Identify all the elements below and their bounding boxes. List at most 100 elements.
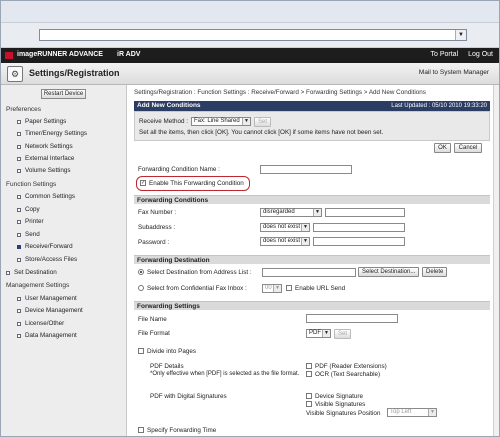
instruction-text: Set all the items, then click [OK]. You … bbox=[139, 129, 384, 136]
brand-name: imageRUNNER ADVANCE bbox=[17, 51, 103, 58]
receive-method-select[interactable]: Fax: Line Shared ▼ bbox=[191, 117, 251, 126]
fax-number-label: Fax Number : bbox=[138, 209, 177, 216]
file-format-set-button[interactable]: Set bbox=[334, 329, 352, 339]
main-content: Settings/Registration : Function Setting… bbox=[132, 85, 494, 436]
pdf-details-label: PDF Details bbox=[150, 363, 184, 370]
panel-title: Add New Conditions bbox=[137, 102, 201, 109]
password-select[interactable]: does not exist ▼ bbox=[260, 237, 310, 246]
sidebar-item-volume-settings[interactable]: Volume Settings bbox=[17, 167, 71, 174]
bullet-icon bbox=[17, 232, 21, 237]
password-input[interactable] bbox=[313, 237, 405, 246]
sidebar-item-external-interface[interactable]: External Interface bbox=[17, 155, 74, 162]
cancel-button[interactable]: Cancel bbox=[454, 143, 482, 153]
fax-number-select[interactable]: disregarded ▼ bbox=[260, 208, 322, 217]
device-signature-label: Device Signature bbox=[315, 393, 363, 400]
visible-sig-position-select[interactable]: Top Left ▼ bbox=[387, 408, 437, 417]
page-header: ⚙ Settings/Registration Mail to System M… bbox=[1, 63, 499, 85]
window-titlebar bbox=[1, 1, 499, 23]
device-name: iR ADV bbox=[117, 51, 141, 58]
device-signature-checkbox[interactable] bbox=[306, 393, 312, 399]
ocr-label: OCR (Text Searchable) bbox=[315, 371, 381, 378]
chevron-down-icon: ▼ bbox=[273, 285, 281, 292]
pdf-details-note: *Only effective when [PDF] is selected a… bbox=[150, 371, 300, 377]
sidebar-item-license-other[interactable]: License/Other bbox=[17, 320, 64, 327]
log-out-link[interactable]: Log Out bbox=[468, 51, 493, 58]
receive-method-set-button[interactable]: Set bbox=[254, 117, 272, 127]
enable-url-send-checkbox[interactable] bbox=[286, 285, 292, 291]
sidebar-item-copy[interactable]: Copy bbox=[17, 206, 40, 213]
chevron-down-icon: ▼ bbox=[301, 238, 309, 245]
address-dropdown-icon[interactable]: ▼ bbox=[455, 30, 466, 40]
select-from-inbox-label: Select from Confidential Fax Inbox : bbox=[147, 285, 247, 292]
select-from-address-label: Select Destination from Address List : bbox=[147, 269, 252, 276]
file-format-label: File Format bbox=[138, 330, 170, 337]
forwarding-settings-header: Forwarding Settings bbox=[134, 301, 490, 310]
inbox-select[interactable]: 00 ▼ bbox=[262, 284, 282, 293]
sidebar-item-paper-settings[interactable]: Paper Settings bbox=[17, 118, 66, 125]
chevron-down-icon: ▼ bbox=[313, 209, 321, 216]
sidebar-item-printer[interactable]: Printer bbox=[17, 218, 44, 225]
sidebar-item-send[interactable]: Send bbox=[17, 231, 40, 238]
sidebar-item-device-management[interactable]: Device Management bbox=[17, 307, 83, 314]
sidebar-item-user-management[interactable]: User Management bbox=[17, 295, 77, 302]
specify-forwarding-time-checkbox[interactable] bbox=[138, 427, 144, 433]
to-portal-link[interactable]: To Portal bbox=[431, 51, 459, 58]
address-bar[interactable]: ▼ bbox=[39, 29, 467, 41]
divide-pages-checkbox[interactable] bbox=[138, 348, 144, 354]
select-destination-button[interactable]: Select Destination... bbox=[358, 267, 420, 277]
sidebar-item-data-management[interactable]: Data Management bbox=[17, 332, 77, 339]
fax-number-input[interactable] bbox=[325, 208, 405, 217]
chevron-down-icon: ▼ bbox=[428, 409, 436, 416]
file-name-input[interactable] bbox=[306, 314, 398, 323]
sidebar-section-management-settings: Management Settings bbox=[6, 282, 70, 289]
receive-method-label: Receive Method : bbox=[139, 118, 189, 125]
ocr-checkbox[interactable] bbox=[306, 371, 312, 377]
enable-url-send-label: Enable URL Send bbox=[295, 285, 346, 292]
subaddress-select[interactable]: does not exist ▼ bbox=[260, 223, 310, 232]
sidebar-item-network-settings[interactable]: Network Settings bbox=[17, 143, 73, 150]
file-format-select[interactable]: PDF ▼ bbox=[306, 329, 331, 338]
forwarding-destination-header: Forwarding Destination bbox=[134, 255, 490, 264]
visible-signatures-checkbox[interactable] bbox=[306, 401, 312, 407]
sidebar-item-receive-forward[interactable]: Receive/Forward bbox=[17, 243, 73, 250]
pdf-reader-ext-checkbox[interactable] bbox=[306, 363, 312, 369]
delete-button[interactable]: Delete bbox=[422, 267, 448, 277]
file-name-label: File Name bbox=[138, 316, 167, 323]
forwarding-conditions-header: Forwarding Conditions bbox=[134, 195, 490, 204]
sidebar: Restart Device Preferences Paper Setting… bbox=[1, 85, 127, 436]
chevron-down-icon: ▼ bbox=[301, 224, 309, 231]
enable-condition-label: Enable This Forwarding Condition bbox=[149, 180, 244, 187]
sidebar-section-preferences: Preferences bbox=[6, 106, 42, 113]
subaddress-input[interactable] bbox=[313, 223, 405, 232]
mail-to-system-manager-link[interactable]: Mail to System Manager bbox=[419, 69, 489, 76]
specify-forwarding-time-label: Specify Forwarding Time bbox=[147, 427, 217, 434]
visible-sig-position-label: Visible Signatures Position bbox=[306, 410, 381, 417]
password-label: Password : bbox=[138, 239, 170, 246]
restart-device-button[interactable]: Restart Device bbox=[41, 89, 86, 99]
address-toolbar: ▼ bbox=[1, 23, 499, 48]
sidebar-item-set-destination[interactable]: Set Destination bbox=[6, 269, 57, 276]
bullet-icon bbox=[17, 219, 21, 224]
condition-name-input[interactable] bbox=[260, 165, 352, 174]
sidebar-item-common-settings[interactable]: Common Settings bbox=[17, 193, 75, 200]
bullet-icon bbox=[17, 119, 21, 124]
vertical-scrollbar[interactable] bbox=[493, 85, 499, 436]
enable-condition-checkbox[interactable]: ✓ bbox=[140, 180, 146, 186]
bullet-icon bbox=[17, 131, 21, 136]
sidebar-section-function-settings: Function Settings bbox=[6, 181, 57, 188]
subaddress-label: Subaddress : bbox=[138, 224, 176, 231]
bullet-icon bbox=[17, 308, 21, 313]
page-title: Settings/Registration bbox=[29, 68, 120, 78]
bullet-icon bbox=[17, 207, 21, 212]
select-from-inbox-radio[interactable] bbox=[138, 285, 144, 291]
bullet-icon bbox=[17, 156, 21, 161]
ok-button[interactable]: OK bbox=[434, 143, 451, 153]
bullet-icon bbox=[17, 168, 21, 173]
sidebar-item-store-access-files[interactable]: Store/Access Files bbox=[17, 256, 77, 263]
select-from-address-radio[interactable] bbox=[138, 269, 144, 275]
sidebar-item-timer-energy[interactable]: Timer/Energy Settings bbox=[17, 130, 87, 137]
panel-header: Add New Conditions Last Updated : 05/10 … bbox=[134, 101, 490, 111]
browser-window: ▼ imageRUNNER ADVANCE iR ADV To Portal L… bbox=[0, 0, 500, 437]
bullet-icon bbox=[17, 257, 21, 262]
address-list-input[interactable] bbox=[262, 268, 356, 277]
